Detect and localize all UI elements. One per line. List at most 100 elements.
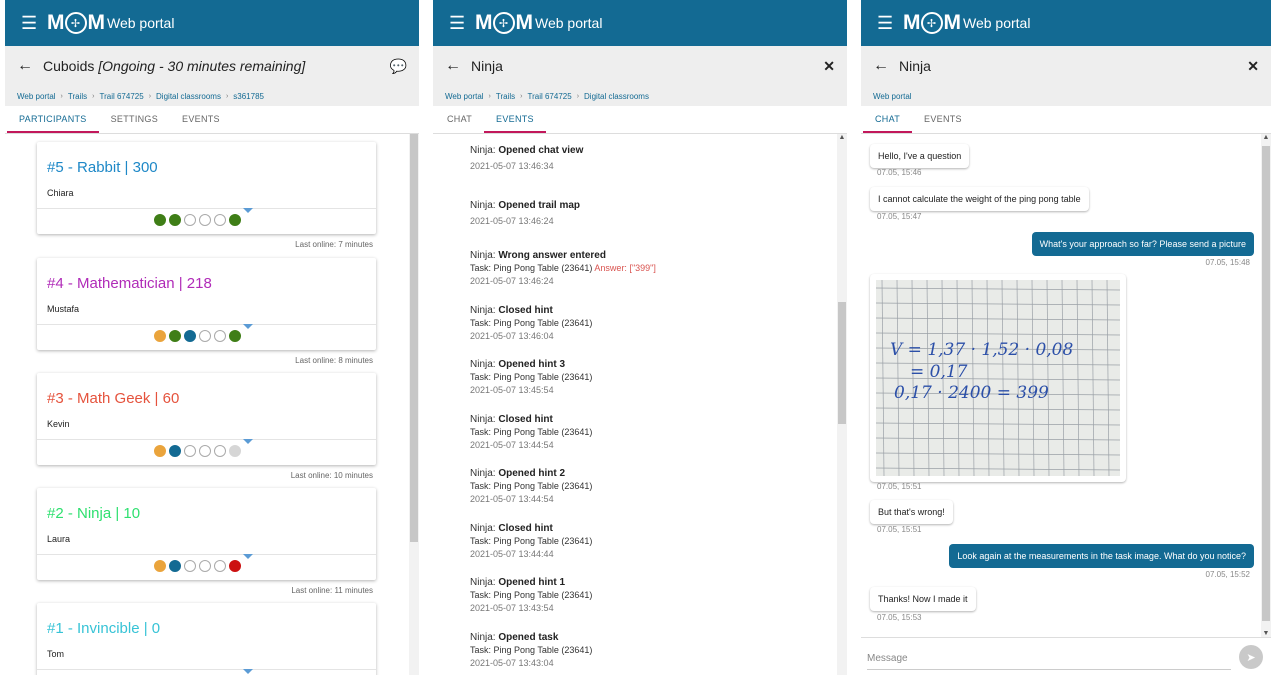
scrollbar[interactable]: ▲ <box>409 134 419 675</box>
event-task: Task: Ping Pong Table (23641) <box>470 535 592 548</box>
chat-thread: ▲ ▼ V = 1,37 · 1,52 · 0,08 = 0,17 0,17 ·… <box>861 134 1271 637</box>
task-status-dot <box>154 214 166 226</box>
breadcrumb-separator-icon: › <box>520 92 523 100</box>
event-task: Task: Ping Pong Table (23641) <box>470 480 592 493</box>
participant-rank: #1 - Invincible | 0 <box>47 620 161 637</box>
tab-chat[interactable]: CHAT <box>435 106 484 133</box>
event-task-name: Task: Ping Pong Table (23641) <box>470 372 593 382</box>
page-title: Cuboids [Ongoing - 30 minutes remaining] <box>43 58 390 74</box>
participant-card[interactable]: #2 - Ninja | 10 Laura <box>37 488 376 580</box>
event-task-name: Task: Ping Pong Table (23641) <box>470 590 593 600</box>
tab-participants[interactable]: PARTICIPANTS <box>7 106 99 133</box>
event-actor: Ninja: <box>470 250 499 261</box>
tab-events[interactable]: EVENTS <box>484 106 546 133</box>
participant-card[interactable]: #5 - Rabbit | 300 Chiara <box>37 142 376 234</box>
breadcrumb: Web portal › Trails › Trail 674725 › Digita… <box>433 86 847 106</box>
event-timestamp: 2021-05-07 13:46:04 <box>470 331 554 341</box>
breadcrumb-item[interactable]: Digital classrooms <box>156 92 221 101</box>
tab-chat[interactable]: CHAT <box>863 106 913 133</box>
tab-settings[interactable]: SETTINGS <box>99 106 170 133</box>
event-title: Ninja: Closed hint <box>470 522 592 535</box>
participant-card[interactable]: #4 - Mathematician | 218 Mustafa <box>37 258 376 350</box>
app-logo: M ✢ M <box>47 11 105 34</box>
scroll-down-icon[interactable]: ▼ <box>1261 630 1271 637</box>
participant-card[interactable]: #3 - Math Geek | 60 Kevin <box>37 373 376 465</box>
message-timestamp: 07.05, 15:51 <box>877 482 922 491</box>
event-title: Ninja: Opened task <box>470 631 592 644</box>
page-title-bar: ← Ninja ✕ <box>861 46 1271 86</box>
back-arrow-icon[interactable]: ← <box>873 57 889 75</box>
breadcrumb-item[interactable]: Trails <box>496 92 515 101</box>
scroll-up-icon[interactable]: ▲ <box>837 134 847 141</box>
participant-rank: #4 - Mathematician | 218 <box>47 275 212 292</box>
event-title: Ninja: Opened trail map <box>470 199 580 212</box>
scrollbar[interactable]: ▲ ▼ <box>1261 134 1271 637</box>
back-arrow-icon[interactable]: ← <box>17 57 33 75</box>
scroll-up-icon[interactable]: ▲ <box>1261 134 1271 141</box>
event-action: Opened chat view <box>498 145 584 156</box>
message-input[interactable]: Message <box>867 648 1231 670</box>
handwritten-calculation-photo: V = 1,37 · 1,52 · 0,08 = 0,17 0,17 · 240… <box>875 279 1121 477</box>
event-action: Opened task <box>498 632 559 643</box>
event-item: Ninja: Opened hint 1 Task: Ping Pong Tabl… <box>470 576 592 615</box>
chat-image-message[interactable]: V = 1,37 · 1,52 · 0,08 = 0,17 0,17 · 240… <box>870 274 1126 482</box>
scrollbar-thumb[interactable] <box>838 302 846 424</box>
hamburger-icon[interactable]: ☰ <box>877 13 893 34</box>
event-action: Closed hint <box>498 305 553 316</box>
breadcrumb-item[interactable]: Trails <box>68 92 87 101</box>
message-timestamp: 07.05, 15:53 <box>877 613 922 622</box>
breadcrumb: Web portal <box>861 86 1271 106</box>
chat-bubble-icon[interactable]: 💬 <box>390 58 407 75</box>
participant-rank: #3 - Math Geek | 60 <box>47 390 180 407</box>
event-task: Task: Ping Pong Table (23641) <box>470 644 592 657</box>
event-timestamp: 2021-05-07 13:44:54 <box>470 494 554 504</box>
breadcrumb-separator-icon: › <box>148 92 152 100</box>
event-actor: Ninja: <box>470 200 499 211</box>
event-answer: Answer: ["399"] <box>592 263 656 273</box>
participant-name: Mustafa <box>47 304 80 314</box>
breadcrumb-item[interactable]: Web portal <box>445 92 484 101</box>
task-status-dot <box>199 560 211 572</box>
scrollbar[interactable]: ▲ <box>837 134 847 675</box>
progress-marker-icon <box>243 439 253 444</box>
event-title: Ninja: Closed hint <box>470 413 592 426</box>
breadcrumb-item[interactable]: s361785 <box>233 92 264 101</box>
tab-events[interactable]: EVENTS <box>912 106 974 133</box>
breadcrumb-separator-icon: › <box>92 92 95 100</box>
task-status-dot <box>184 214 196 226</box>
event-actor: Ninja: <box>470 577 499 588</box>
tab-bar: CHAT EVENTS <box>861 106 1271 134</box>
breadcrumb-item[interactable]: Digital classrooms <box>584 92 649 101</box>
close-icon[interactable]: ✕ <box>823 58 835 75</box>
participant-name: Kevin <box>47 419 70 429</box>
breadcrumb-item[interactable]: Web portal <box>17 92 56 101</box>
send-icon[interactable]: ➤ <box>1239 645 1263 669</box>
close-icon[interactable]: ✕ <box>1247 58 1259 75</box>
breadcrumb-item[interactable]: Web portal <box>873 92 912 101</box>
hamburger-icon[interactable]: ☰ <box>21 13 37 34</box>
participant-card[interactable]: #1 - Invincible | 0 Tom <box>37 603 376 675</box>
scrollbar-thumb[interactable] <box>1262 146 1270 621</box>
message-timestamp: 07.05, 15:51 <box>877 525 922 534</box>
task-status-dot <box>154 560 166 572</box>
event-timestamp: 2021-05-07 13:43:04 <box>470 658 554 668</box>
scrollbar-thumb[interactable] <box>410 134 418 542</box>
task-status-dot <box>154 445 166 457</box>
breadcrumb-item[interactable]: Trail 674725 <box>528 92 572 101</box>
event-actor: Ninja: <box>470 468 499 479</box>
events-panel: ☰ M ✢ M Web portal ← Ninja ✕ Web portal › T… <box>433 0 847 675</box>
page-status: [Ongoing - 30 minutes remaining] <box>98 58 306 74</box>
event-timestamp: 2021-05-07 13:44:54 <box>470 440 554 450</box>
event-task: Task: Ping Pong Table (23641) <box>470 426 592 439</box>
incoming-message: I cannot calculate the weight of the pin… <box>870 187 1089 211</box>
app-logo: M ✢ M <box>903 11 961 34</box>
breadcrumb-item[interactable]: Trail 674725 <box>100 92 144 101</box>
event-task: Task: Ping Pong Table (23641) <box>470 317 592 330</box>
photo-line: V = 1,37 · 1,52 · 0,08 <box>890 340 1073 360</box>
tab-events[interactable]: EVENTS <box>170 106 232 133</box>
event-action: Closed hint <box>498 414 553 425</box>
message-timestamp: 07.05, 15:46 <box>877 168 922 177</box>
task-status-dot <box>229 560 241 572</box>
hamburger-icon[interactable]: ☰ <box>449 13 465 34</box>
back-arrow-icon[interactable]: ← <box>445 57 461 75</box>
